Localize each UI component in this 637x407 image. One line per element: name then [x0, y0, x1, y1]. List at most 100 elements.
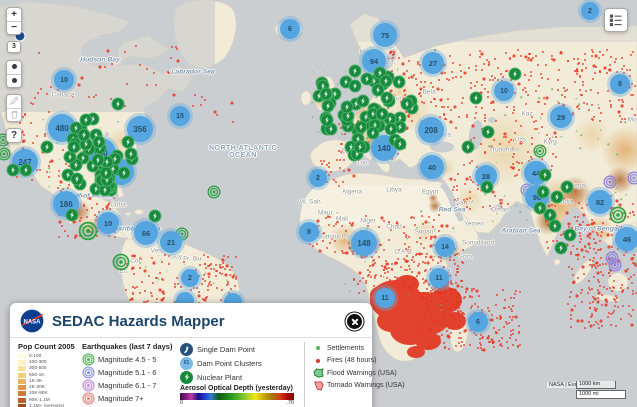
nuclear-plant-marker[interactable]	[481, 181, 494, 194]
cluster-marker[interactable]: 14	[435, 237, 455, 257]
earthquake-marker[interactable]	[533, 144, 547, 158]
nuclear-plant-marker[interactable]	[112, 98, 125, 111]
nuclear-plant-marker[interactable]	[549, 220, 562, 233]
nuclear-plant-marker[interactable]	[80, 114, 93, 127]
nuclear-plant-marker[interactable]	[393, 138, 406, 151]
earthquake-marker[interactable]	[112, 253, 130, 271]
cluster-marker[interactable]: 82	[588, 190, 612, 214]
fire-dot	[363, 290, 365, 292]
fire-dot	[480, 347, 482, 349]
cluster-marker[interactable]: 46	[615, 227, 637, 251]
nuclear-plant-marker[interactable]	[551, 191, 564, 204]
nuclear-plant-marker[interactable]	[320, 113, 333, 126]
nuclear-plant-marker[interactable]	[7, 164, 20, 177]
nuclear-plant-marker[interactable]	[67, 141, 80, 154]
cluster-marker[interactable]: 75	[373, 23, 397, 47]
cluster-marker[interactable]: 66	[134, 221, 158, 245]
fire-dot	[65, 163, 67, 165]
fire-dot	[151, 295, 153, 297]
recenter-button[interactable]	[7, 74, 21, 87]
nuclear-plant-marker[interactable]	[561, 181, 574, 194]
nuclear-plant-marker[interactable]	[366, 127, 379, 140]
settlement-dot	[620, 199, 622, 201]
nuclear-plant-marker[interactable]	[361, 72, 374, 85]
cluster-marker[interactable]: 8	[299, 222, 319, 242]
cluster-marker[interactable]: 10	[54, 70, 74, 90]
nuclear-plant-marker[interactable]	[375, 108, 388, 121]
nuclear-plant-marker[interactable]	[20, 164, 33, 177]
fire-dot	[196, 287, 198, 289]
fire-dot	[384, 267, 386, 269]
nuclear-plant-marker[interactable]	[149, 210, 162, 223]
nuclear-plant-marker[interactable]	[400, 97, 413, 110]
close-button[interactable]	[347, 314, 362, 329]
fire-dot	[222, 266, 224, 268]
zoom-in-button[interactable]: +	[7, 8, 21, 21]
earthquake-marker[interactable]	[627, 171, 637, 185]
nuclear-plant-marker[interactable]	[66, 209, 79, 222]
nuclear-plant-marker[interactable]	[537, 186, 550, 199]
earthquake-marker[interactable]	[603, 175, 617, 189]
cluster-marker[interactable]: 6	[280, 19, 300, 39]
cluster-marker[interactable]: 2	[581, 2, 599, 20]
settlement-dot	[158, 255, 160, 257]
nuclear-plant-marker[interactable]	[564, 229, 577, 242]
settlement-dot	[383, 276, 385, 278]
cluster-marker[interactable]: 11	[429, 268, 449, 288]
cluster-marker[interactable]: 29	[550, 106, 572, 128]
draw-delete-button[interactable]	[7, 108, 21, 121]
nuclear-plant-marker[interactable]	[539, 169, 552, 182]
layers-button[interactable]	[604, 8, 628, 32]
fire-dot	[620, 121, 622, 123]
nuclear-plant-marker[interactable]	[41, 141, 54, 154]
cluster-marker[interactable]: 15	[170, 106, 190, 126]
cluster-marker[interactable]: 40	[420, 155, 444, 179]
nuclear-plant-marker[interactable]	[470, 92, 483, 105]
cluster-marker[interactable]: 8	[610, 74, 630, 94]
earthquake-marker[interactable]	[609, 206, 627, 224]
zoom-out-button[interactable]: −	[7, 21, 21, 34]
cluster-marker[interactable]: 11	[375, 288, 395, 308]
cluster-marker[interactable]: 21	[160, 231, 182, 253]
cluster-marker[interactable]: 2	[309, 169, 327, 187]
nuclear-plant-marker[interactable]	[340, 100, 353, 113]
earthquake-marker[interactable]	[0, 147, 11, 161]
fire-dot	[537, 64, 539, 66]
nuclear-plant-marker[interactable]	[124, 148, 137, 161]
nuclear-plant-marker[interactable]	[462, 141, 475, 154]
fire-dot	[340, 151, 343, 154]
fire-dot	[592, 230, 595, 233]
help-button[interactable]: ?	[7, 129, 21, 142]
cluster-marker[interactable]: 10	[97, 212, 119, 234]
locate-button[interactable]	[7, 61, 21, 74]
nuclear-plant-marker[interactable]	[385, 123, 398, 136]
nuclear-plant-marker[interactable]	[348, 65, 361, 78]
nuclear-plant-marker[interactable]	[348, 79, 361, 92]
draw-edit-button[interactable]	[7, 95, 21, 108]
fire-dot	[565, 211, 568, 214]
cluster-marker[interactable]: 148	[351, 230, 377, 256]
nuclear-plant-marker[interactable]	[93, 135, 106, 148]
earthquake-marker[interactable]	[207, 185, 221, 199]
nuclear-plant-marker[interactable]	[118, 166, 131, 179]
fire-dot	[424, 220, 427, 223]
cluster-marker[interactable]: 6	[468, 312, 488, 332]
nuclear-plant-marker[interactable]	[321, 99, 334, 112]
nuclear-plant-marker[interactable]	[353, 141, 366, 154]
earthquake-marker[interactable]	[608, 258, 622, 272]
earthquake-marker[interactable]	[78, 221, 98, 241]
nuclear-plant-marker[interactable]	[555, 242, 568, 255]
settlement-dot	[432, 205, 434, 207]
nuclear-plant-marker[interactable]	[78, 128, 91, 141]
nuclear-plant-marker[interactable]	[380, 91, 393, 104]
cluster-marker[interactable]: 27	[422, 52, 444, 74]
nuclear-plant-marker[interactable]	[99, 166, 112, 179]
nuclear-plant-marker[interactable]	[71, 172, 84, 185]
nuclear-plant-marker[interactable]	[92, 154, 105, 167]
nuclear-plant-marker[interactable]	[509, 68, 522, 81]
cluster-marker[interactable]: 2	[181, 269, 199, 287]
cluster-marker[interactable]: 10	[494, 81, 514, 101]
nuclear-plant-marker[interactable]	[482, 126, 495, 139]
cluster-marker[interactable]: 208	[418, 117, 444, 143]
nuclear-plant-marker[interactable]	[121, 135, 134, 148]
